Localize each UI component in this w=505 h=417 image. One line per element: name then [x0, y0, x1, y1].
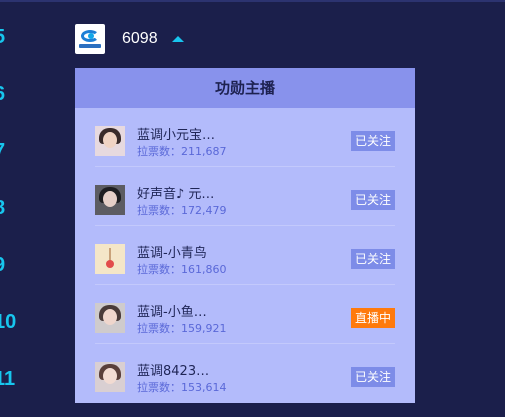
user-id: 6098 — [122, 30, 158, 47]
follow-button[interactable]: 已关注 — [350, 249, 395, 269]
anchor-name[interactable]: 蓝调-小鱼… — [137, 301, 207, 320]
rank-number: 5 — [0, 27, 14, 47]
anchor-name[interactable]: 蓝调小元宝… — [137, 124, 215, 143]
follow-button[interactable]: 已关注 — [350, 131, 395, 151]
rank-number-column: 5 6 7 8 9 10 11 — [0, 0, 17, 417]
caret-up-icon[interactable] — [171, 36, 184, 42]
anchor-name[interactable]: 蓝调-小青鸟 — [137, 242, 207, 261]
anchor-votes: 拉票数：153,614 — [137, 381, 227, 394]
anchor-row[interactable]: 好声音♪ 元… 拉票数：172,479 已关注 — [75, 167, 415, 226]
top-anchors-panel: 功勋主播 蓝调小元宝… 拉票数：211,687 已关注 好声音♪ 元… 拉票数：… — [75, 68, 415, 403]
rank-number: 7 — [0, 141, 14, 161]
anchor-row[interactable]: 蓝调-小鱼… 拉票数：159,921 直播中 — [75, 285, 415, 344]
anchor-votes: 拉票数：211,687 — [137, 145, 227, 158]
top-divider — [0, 0, 505, 2]
follow-button[interactable]: 已关注 — [350, 190, 395, 210]
anchor-votes: 拉票数：172,479 — [137, 204, 227, 217]
rank-number: 10 — [0, 311, 17, 333]
anchor-votes: 拉票数：159,921 — [137, 322, 227, 335]
anchor-votes: 拉票数：161,860 — [137, 263, 227, 276]
rank-number: 9 — [0, 255, 14, 275]
user-header[interactable]: 6098 — [75, 24, 184, 54]
avatar[interactable] — [95, 362, 125, 392]
anchor-name[interactable]: 好声音♪ 元… — [137, 183, 214, 202]
brand-logo-icon — [75, 24, 105, 54]
anchor-name[interactable]: 蓝调8423… — [137, 360, 209, 379]
avatar[interactable] — [95, 303, 125, 333]
panel-title: 功勋主播 — [75, 68, 415, 108]
avatar[interactable] — [95, 185, 125, 215]
anchor-row[interactable]: 蓝调小元宝… 拉票数：211,687 已关注 — [75, 108, 415, 167]
follow-button[interactable]: 已关注 — [350, 367, 395, 387]
avatar[interactable] — [95, 244, 125, 274]
rank-number: 11 — [0, 368, 16, 390]
live-badge[interactable]: 直播中 — [350, 308, 395, 328]
avatar[interactable] — [95, 126, 125, 156]
rank-number: 8 — [0, 198, 14, 218]
rank-number: 6 — [0, 84, 14, 104]
anchor-row[interactable]: 蓝调-小青鸟 拉票数：161,860 已关注 — [75, 226, 415, 285]
anchor-row[interactable]: 蓝调8423… 拉票数：153,614 已关注 — [75, 344, 415, 403]
